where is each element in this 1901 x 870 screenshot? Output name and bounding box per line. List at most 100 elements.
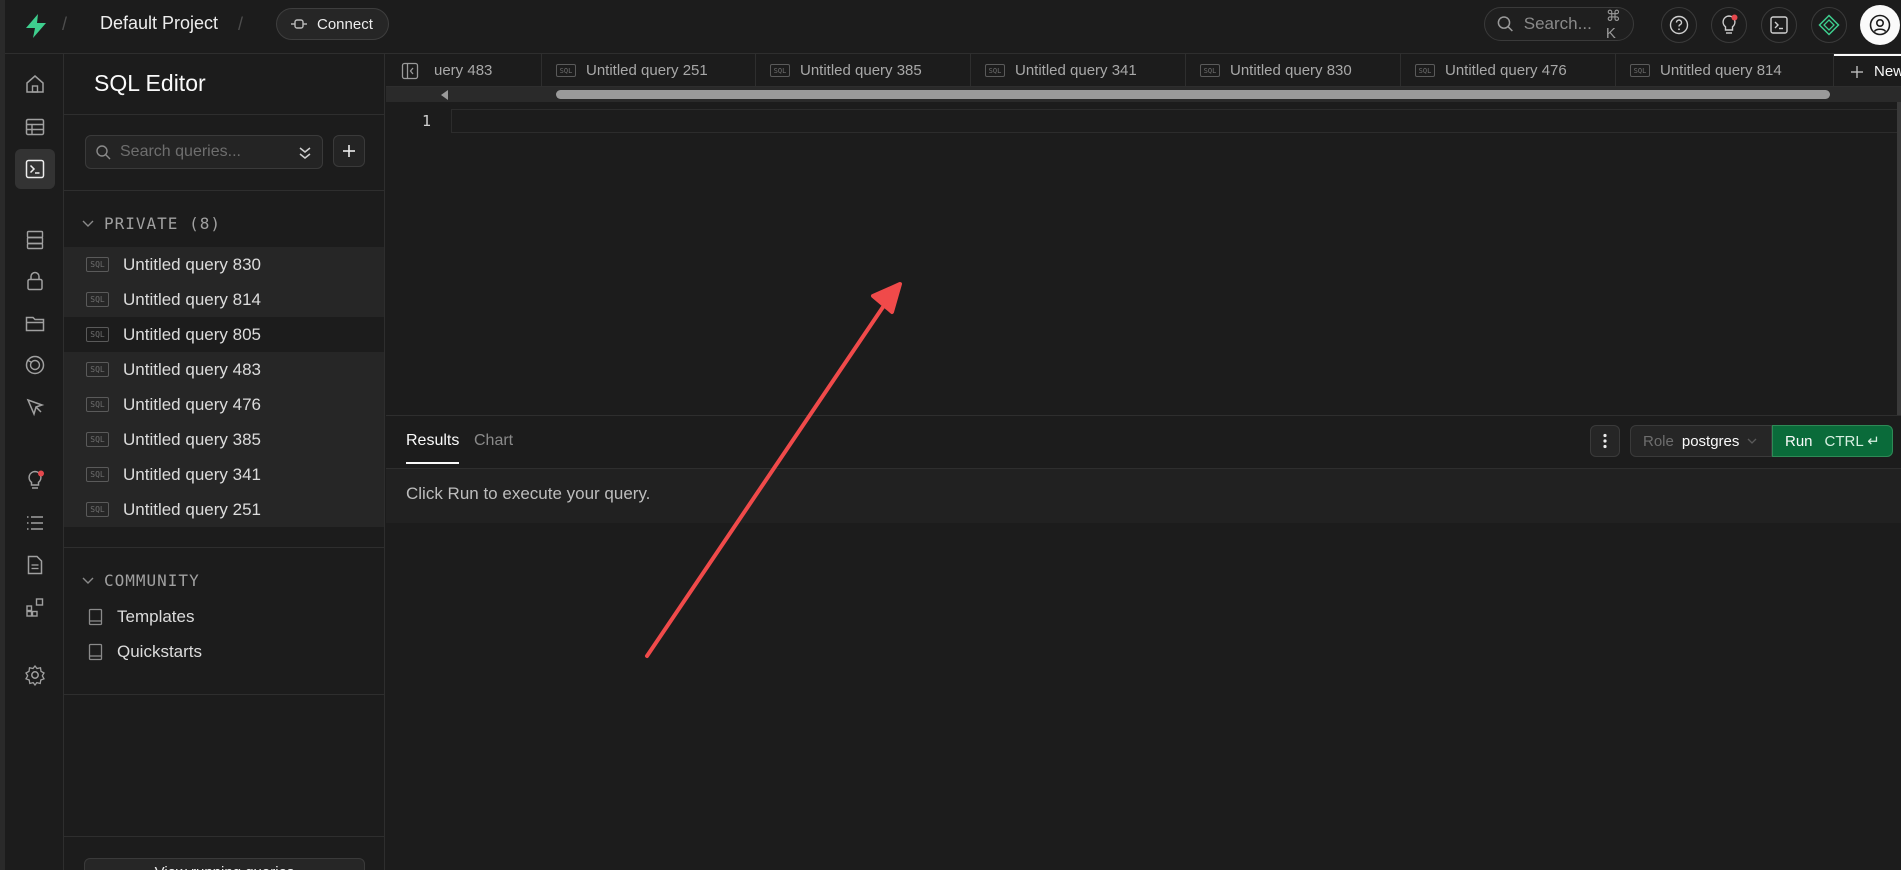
query-item[interactable]: SQL Untitled query 341 bbox=[64, 457, 384, 492]
collapse-sidebar-icon[interactable] bbox=[401, 62, 419, 80]
tab-scrollbar[interactable] bbox=[386, 87, 1901, 102]
divider bbox=[64, 836, 385, 837]
plus-icon bbox=[343, 145, 355, 157]
query-item[interactable]: SQL Untitled query 814 bbox=[64, 282, 384, 317]
tab-new[interactable]: New bbox=[1834, 54, 1901, 86]
tab-results[interactable]: Results bbox=[406, 432, 460, 464]
database-icon[interactable] bbox=[20, 225, 50, 255]
breadcrumb-separator: / bbox=[238, 14, 244, 34]
scroll-left-arrow-icon[interactable] bbox=[441, 90, 448, 100]
tab-query[interactable]: SQL Untitled query 814 bbox=[1616, 54, 1834, 86]
plug-icon bbox=[291, 19, 307, 29]
query-search-field[interactable] bbox=[85, 135, 323, 169]
global-search[interactable]: Search... ⌘ K bbox=[1484, 7, 1634, 42]
tab-query[interactable]: SQL Untitled query 476 bbox=[1401, 54, 1616, 86]
sql-file-icon: SQL bbox=[556, 64, 576, 77]
tab-query[interactable]: SQL Untitled query 830 bbox=[1186, 54, 1401, 86]
tab-query[interactable]: uery 483 bbox=[428, 54, 542, 86]
private-section-header[interactable]: PRIVATE (8) bbox=[82, 214, 221, 233]
settings-gear-icon[interactable] bbox=[20, 660, 50, 690]
new-tab-label: New bbox=[1874, 63, 1901, 80]
run-shortcut: CTRL ↵ bbox=[1824, 433, 1880, 450]
logs-list-icon[interactable] bbox=[20, 508, 50, 538]
project-name[interactable]: Default Project bbox=[100, 13, 218, 34]
connect-label: Connect bbox=[317, 15, 373, 33]
sql-file-icon: SQL bbox=[86, 362, 109, 377]
role-key: Role bbox=[1643, 432, 1674, 450]
sql-file-icon: SQL bbox=[86, 292, 109, 307]
divider bbox=[64, 190, 385, 191]
sql-file-icon: SQL bbox=[86, 467, 109, 482]
sql-file-icon: SQL bbox=[86, 327, 109, 342]
terminal-button[interactable] bbox=[1761, 7, 1797, 43]
query-item[interactable]: SQL Untitled query 830 bbox=[64, 247, 384, 282]
nav-rail bbox=[5, 54, 64, 870]
book-icon bbox=[88, 643, 103, 661]
query-label: Untitled query 341 bbox=[123, 464, 261, 484]
current-line-highlight[interactable] bbox=[451, 109, 1901, 133]
tab-query[interactable]: SQL Untitled query 341 bbox=[971, 54, 1186, 86]
community-item-templates[interactable]: Templates bbox=[88, 607, 194, 627]
query-label: Untitled query 830 bbox=[123, 254, 261, 274]
sql-file-icon: SQL bbox=[985, 64, 1005, 77]
edge-functions-cursor-icon[interactable] bbox=[20, 392, 50, 422]
query-label: Untitled query 476 bbox=[123, 394, 261, 414]
home-icon[interactable] bbox=[20, 69, 50, 99]
ai-assistant-button[interactable] bbox=[1811, 7, 1847, 43]
feature-preview-button[interactable] bbox=[1711, 7, 1747, 43]
sort-chevrons-icon[interactable] bbox=[298, 145, 312, 161]
sql-code-editor[interactable]: 1 bbox=[386, 102, 1901, 415]
sql-file-icon: SQL bbox=[86, 397, 109, 412]
tab-query[interactable]: SQL Untitled query 251 bbox=[542, 54, 756, 86]
terminal-icon bbox=[1770, 16, 1788, 34]
connect-button[interactable]: Connect bbox=[276, 8, 389, 40]
advisors-lightbulb-icon[interactable] bbox=[20, 465, 50, 495]
community-item-label: Templates bbox=[117, 607, 195, 626]
query-tab-bar: uery 483 SQL Untitled query 251 SQL Untitl… bbox=[386, 54, 1901, 87]
view-running-queries-button[interactable]: View running queries bbox=[84, 858, 365, 870]
chevron-down-icon bbox=[82, 577, 94, 584]
realtime-icon[interactable] bbox=[20, 350, 50, 380]
book-icon bbox=[88, 608, 103, 626]
ai-assistant-icon bbox=[1818, 14, 1840, 36]
query-item[interactable]: SQL Untitled query 251 bbox=[64, 492, 384, 527]
chevron-down-icon bbox=[82, 220, 94, 227]
query-item[interactable]: SQL Untitled query 483 bbox=[64, 352, 384, 387]
more-vertical-icon bbox=[1603, 433, 1607, 449]
query-item[interactable]: SQL Untitled query 385 bbox=[64, 422, 384, 457]
community-item-quickstarts[interactable]: Quickstarts bbox=[88, 642, 202, 662]
help-button[interactable] bbox=[1661, 7, 1697, 43]
community-section-label: COMMUNITY bbox=[104, 571, 200, 590]
query-search-input[interactable] bbox=[120, 143, 280, 161]
user-avatar[interactable] bbox=[1860, 5, 1900, 45]
tab-label: Untitled query 251 bbox=[586, 62, 708, 79]
private-query-list: SQL Untitled query 830 SQL Untitled query … bbox=[64, 247, 384, 527]
tab-chart[interactable]: Chart bbox=[474, 432, 513, 450]
tab-query[interactable]: SQL Untitled query 385 bbox=[756, 54, 971, 86]
top-bar: / Default Project / Connect Search... ⌘ … bbox=[0, 0, 1901, 54]
divider bbox=[64, 547, 385, 548]
role-selector[interactable]: Role postgres bbox=[1630, 425, 1772, 457]
query-item-selected[interactable]: SQL Untitled query 805 bbox=[64, 317, 384, 352]
sql-editor-icon[interactable] bbox=[15, 149, 55, 189]
query-item[interactable]: SQL Untitled query 476 bbox=[64, 387, 384, 422]
api-docs-icon[interactable] bbox=[20, 550, 50, 580]
search-shortcut: ⌘ K bbox=[1605, 7, 1621, 42]
query-label: Untitled query 483 bbox=[123, 359, 261, 379]
table-editor-icon[interactable] bbox=[20, 112, 50, 142]
tab-label: Untitled query 830 bbox=[1230, 62, 1352, 79]
sql-file-icon: SQL bbox=[86, 432, 109, 447]
add-query-button[interactable] bbox=[333, 135, 365, 167]
storage-folder-icon[interactable] bbox=[20, 308, 50, 338]
supabase-logo-icon[interactable] bbox=[22, 12, 50, 40]
editor-scrollbar[interactable] bbox=[1897, 102, 1901, 415]
community-section-header[interactable]: COMMUNITY bbox=[82, 571, 200, 590]
sql-file-icon: SQL bbox=[86, 502, 109, 517]
run-button[interactable]: Run CTRL ↵ bbox=[1772, 425, 1893, 457]
sidebar-title: SQL Editor bbox=[94, 70, 206, 96]
tab-label: Untitled query 385 bbox=[800, 62, 922, 79]
scrollbar-thumb[interactable] bbox=[556, 90, 1830, 99]
more-options-button[interactable] bbox=[1590, 425, 1620, 457]
integrations-icon[interactable] bbox=[20, 592, 50, 622]
auth-lock-icon[interactable] bbox=[20, 266, 50, 296]
